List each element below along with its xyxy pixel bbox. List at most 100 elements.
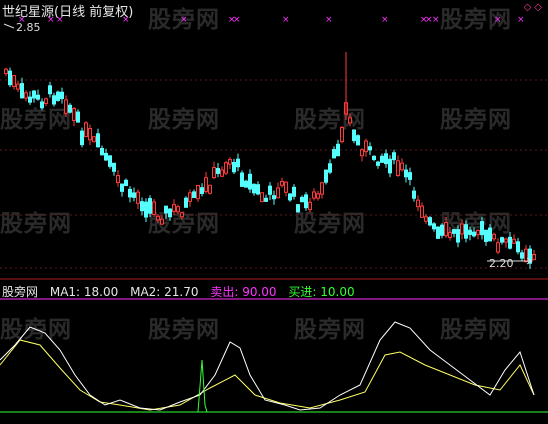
candle bbox=[100, 147, 104, 156]
signal-marker: × bbox=[517, 15, 525, 25]
candle bbox=[188, 192, 192, 202]
candle bbox=[224, 162, 228, 174]
candle bbox=[360, 149, 364, 157]
candle bbox=[200, 187, 204, 194]
candle bbox=[80, 130, 84, 146]
signal-marker: × bbox=[47, 15, 55, 25]
indicator-legend: 股旁网 MA1: 18.00 MA2: 21.70 卖出: 90.00 买进: … bbox=[2, 283, 363, 300]
candle bbox=[88, 127, 92, 141]
candle bbox=[232, 161, 236, 173]
candle bbox=[120, 183, 124, 192]
signal-marker: × bbox=[233, 15, 241, 25]
candle bbox=[304, 194, 308, 209]
candle bbox=[300, 196, 304, 203]
candle bbox=[468, 229, 472, 235]
candle bbox=[496, 242, 500, 253]
candle bbox=[524, 248, 528, 263]
candle bbox=[508, 236, 512, 249]
candle bbox=[72, 108, 76, 121]
candle bbox=[164, 205, 168, 214]
candle bbox=[388, 158, 392, 174]
candle bbox=[264, 197, 268, 202]
candle bbox=[404, 169, 408, 178]
candle bbox=[112, 162, 116, 172]
candle bbox=[128, 188, 132, 198]
candle bbox=[332, 149, 336, 159]
candle bbox=[16, 83, 20, 90]
candle bbox=[4, 68, 8, 75]
candle bbox=[64, 99, 68, 114]
candle bbox=[488, 227, 492, 242]
candle bbox=[336, 143, 340, 157]
ma1-label: MA1: 18.00 bbox=[49, 285, 119, 299]
indicator-name[interactable]: 股旁网 bbox=[2, 285, 38, 299]
candle bbox=[236, 158, 240, 168]
candle bbox=[472, 231, 476, 237]
candle bbox=[28, 96, 32, 103]
ma2-line bbox=[0, 339, 535, 411]
candle bbox=[76, 111, 80, 123]
candle bbox=[392, 152, 396, 161]
candle bbox=[320, 182, 324, 195]
candle bbox=[160, 218, 164, 225]
candle bbox=[140, 201, 144, 212]
signal-spike bbox=[197, 359, 208, 413]
candle bbox=[268, 185, 272, 195]
candle bbox=[368, 146, 372, 151]
candle bbox=[60, 91, 64, 100]
candle bbox=[380, 155, 384, 163]
candle bbox=[396, 160, 400, 176]
candle bbox=[288, 193, 292, 201]
signal-marker: × bbox=[56, 15, 64, 25]
signal-marker: × bbox=[494, 15, 502, 25]
candle bbox=[192, 191, 196, 199]
candle bbox=[400, 162, 404, 171]
candle bbox=[356, 135, 360, 146]
signal-marker: × bbox=[325, 15, 333, 25]
candle bbox=[68, 104, 72, 113]
candle bbox=[260, 192, 264, 203]
candle bbox=[416, 199, 420, 208]
candle bbox=[52, 95, 56, 105]
candle bbox=[156, 215, 160, 221]
candle bbox=[240, 172, 244, 187]
signal-marker: × bbox=[432, 15, 440, 25]
candle bbox=[316, 193, 320, 199]
candle bbox=[152, 201, 156, 215]
signal-marker: × bbox=[381, 15, 389, 25]
candle bbox=[44, 98, 48, 104]
price-chart[interactable]: × × × × × ×× × × × ×× × × × bbox=[0, 0, 548, 424]
candle bbox=[492, 233, 496, 240]
candle bbox=[212, 167, 216, 179]
candle bbox=[208, 184, 212, 194]
candle bbox=[24, 92, 28, 99]
candle bbox=[420, 205, 424, 218]
candle bbox=[408, 172, 412, 180]
candle bbox=[376, 161, 380, 166]
candle bbox=[476, 229, 480, 236]
buy-label: 买进: 10.00 bbox=[288, 285, 355, 299]
candle bbox=[312, 191, 316, 199]
candle bbox=[36, 94, 40, 100]
candle bbox=[340, 126, 344, 143]
candle bbox=[12, 75, 16, 87]
candle bbox=[144, 201, 148, 218]
candle bbox=[452, 229, 456, 234]
candle bbox=[504, 238, 508, 243]
candle bbox=[412, 190, 416, 199]
candle bbox=[328, 163, 332, 173]
candle bbox=[440, 224, 444, 236]
candle bbox=[56, 91, 60, 101]
candle bbox=[280, 180, 284, 186]
candle bbox=[244, 180, 248, 188]
candle bbox=[132, 192, 136, 198]
candle bbox=[464, 224, 468, 239]
signal-marker: × bbox=[122, 15, 130, 25]
candle bbox=[296, 204, 300, 213]
candle bbox=[184, 197, 188, 208]
candle bbox=[196, 184, 200, 200]
candle bbox=[428, 217, 432, 226]
candle bbox=[432, 223, 436, 230]
candle bbox=[148, 198, 152, 214]
candle bbox=[272, 195, 276, 200]
